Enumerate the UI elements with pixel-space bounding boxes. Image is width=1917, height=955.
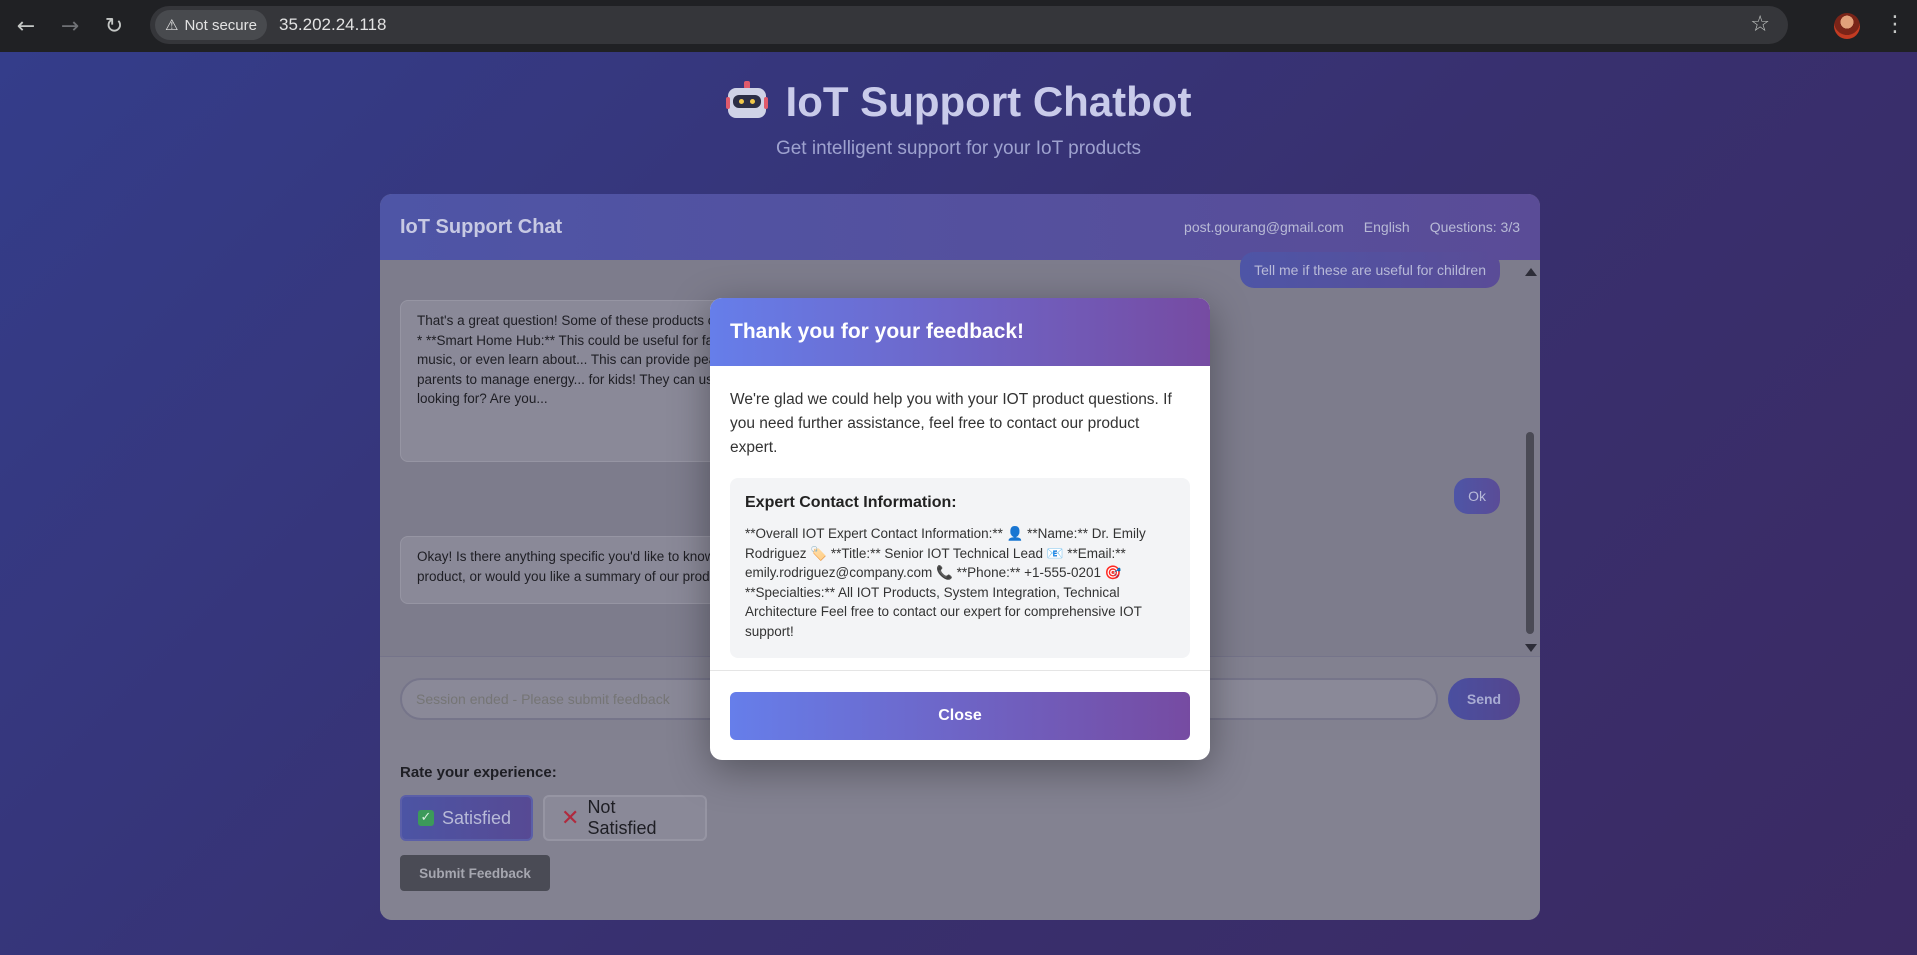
back-icon[interactable]: ← bbox=[8, 8, 44, 44]
user-message: Ok bbox=[1454, 478, 1500, 514]
robot-icon bbox=[725, 81, 768, 123]
forward-icon[interactable]: → bbox=[52, 8, 88, 44]
profile-avatar[interactable] bbox=[1834, 13, 1860, 39]
scrollbar-thumb[interactable] bbox=[1526, 432, 1534, 634]
address-bar[interactable]: ⚠ Not secure 35.202.24.118 ☆ bbox=[150, 6, 1788, 44]
page-background: IoT Support Chatbot Get intelligent supp… bbox=[0, 52, 1917, 955]
modal-divider bbox=[710, 670, 1210, 671]
satisfied-label: Satisfied bbox=[442, 807, 512, 828]
security-chip[interactable]: ⚠ Not secure bbox=[155, 10, 267, 40]
chat-title: IoT Support Chat bbox=[400, 215, 563, 238]
not-satisfied-label: Not Satisfied bbox=[587, 797, 657, 838]
bookmark-star-icon[interactable]: ☆ bbox=[1750, 12, 1770, 37]
satisfied-button[interactable]: ✓ Satisfied bbox=[400, 795, 533, 841]
chat-header: IoT Support Chat post.gourang@gmail.com … bbox=[380, 194, 1540, 260]
user-email: post.gourang@gmail.com bbox=[1184, 219, 1344, 235]
expert-contact-box: Expert Contact Information: **Overall IO… bbox=[730, 478, 1190, 658]
rating-label: Rate your experience: bbox=[400, 764, 557, 781]
app-header: IoT Support Chatbot Get intelligent supp… bbox=[0, 78, 1917, 160]
rating-section: Rate your experience: ✓ Satisfied ✕ Not … bbox=[380, 740, 1540, 920]
chat-meta: post.gourang@gmail.com English Questions… bbox=[1184, 219, 1520, 235]
modal-header: Thank you for your feedback! bbox=[710, 298, 1210, 366]
modal-title: Thank you for your feedback! bbox=[730, 320, 1025, 343]
security-label: Not secure bbox=[184, 16, 257, 34]
app-subtitle: Get intelligent support for your IoT pro… bbox=[775, 138, 1142, 159]
feedback-modal: Thank you for your feedback! We're glad … bbox=[710, 298, 1210, 760]
modal-message: We're glad we could help you with your I… bbox=[730, 391, 1172, 456]
modal-body: We're glad we could help you with your I… bbox=[710, 366, 1210, 658]
app-title: IoT Support Chatbot bbox=[725, 78, 1192, 126]
warning-icon: ⚠ bbox=[165, 16, 179, 34]
language-label: English bbox=[1363, 219, 1410, 235]
send-button[interactable]: Send bbox=[1448, 677, 1520, 720]
check-icon: ✓ bbox=[418, 810, 434, 826]
scroll-up-arrow-icon[interactable] bbox=[1525, 268, 1537, 276]
submit-feedback-button[interactable]: Submit Feedback bbox=[400, 855, 550, 891]
contact-details: **Overall IOT Expert Contact Information… bbox=[745, 526, 1146, 639]
contact-title: Expert Contact Information: bbox=[745, 494, 957, 511]
not-satisfied-button[interactable]: ✕ Not Satisfied bbox=[543, 795, 707, 841]
scroll-down-arrow-icon[interactable] bbox=[1525, 644, 1537, 652]
menu-kebab-icon[interactable]: ⋮ bbox=[1884, 12, 1906, 37]
url-text[interactable]: 35.202.24.118 bbox=[279, 15, 386, 35]
messages-scrollbar[interactable] bbox=[1524, 264, 1537, 656]
app-title-text: IoT Support Chatbot bbox=[785, 78, 1192, 125]
rating-buttons: ✓ Satisfied ✕ Not Satisfied bbox=[400, 795, 1520, 841]
cross-icon: ✕ bbox=[561, 805, 580, 831]
questions-counter: Questions: 3/3 bbox=[1429, 219, 1520, 235]
reload-icon[interactable]: ↻ bbox=[96, 8, 132, 44]
user-message: Tell me if these are useful for children bbox=[1240, 252, 1500, 288]
browser-toolbar: ← → ↻ ⚠ Not secure 35.202.24.118 ☆ ⋮ bbox=[0, 0, 1917, 52]
close-button[interactable]: Close bbox=[730, 692, 1190, 740]
